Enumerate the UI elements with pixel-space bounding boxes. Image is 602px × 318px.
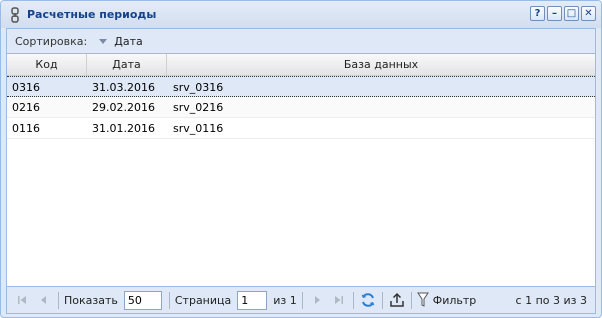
separator [301,291,303,309]
maximize-button[interactable]: □ [564,6,579,21]
sort-field-label: Дата [114,34,143,48]
previous-page-icon[interactable] [33,289,55,311]
chain-icon [10,6,20,23]
cell-database: srv_0216 [173,101,224,114]
separator [410,291,412,309]
table-row[interactable]: 0216 29.02.2016 srv_0216 [7,97,595,118]
sort-by-date-button[interactable]: Дата [99,34,143,48]
window: Расчетные периоды ? – □ ✕ Сортировка: Да… [0,0,602,318]
column-header-code[interactable]: Код [7,54,87,76]
table-row[interactable]: 0116 31.01.2016 srv_0116 [7,118,595,139]
grid-header: Код Дата База данных [7,54,595,76]
grid-panel: Сортировка: Дата Код Дата База данных 03… [6,28,596,314]
column-header-date[interactable]: Дата [87,54,167,76]
export-icon[interactable] [386,289,408,311]
table-row[interactable]: 0316 31.03.2016 srv_0316 [7,76,595,97]
separator [381,291,383,309]
separator [168,291,170,309]
page-total-label: из 1 [273,293,297,307]
refresh-icon[interactable] [357,289,379,311]
cell-code: 0116 [12,122,40,135]
filter-icon [416,292,429,307]
sort-toolbar: Сортировка: Дата [7,29,595,54]
window-title: Расчетные периоды [27,8,157,21]
first-page-icon[interactable] [11,289,33,311]
cell-code: 0316 [12,81,40,94]
page-size-input[interactable] [123,290,162,310]
column-header-database[interactable]: База данных [167,54,595,76]
sort-descending-icon [99,38,108,44]
paging-toolbar: Показать Страница из 1 [7,286,595,313]
filter-button[interactable]: Фильтр [416,292,477,308]
record-count: с 1 по 3 из 3 [515,294,587,307]
close-button[interactable]: ✕ [581,6,596,21]
window-titlebar[interactable]: Расчетные периоды ? – □ ✕ [1,1,601,28]
filter-label: Фильтр [432,293,477,307]
cell-code: 0216 [12,101,40,114]
page-label: Страница [174,293,232,307]
page-size-label: Показать [64,293,118,307]
separator [352,291,354,309]
minimize-button[interactable]: – [547,6,562,21]
sort-label: Сортировка: [15,34,88,48]
cell-database: srv_0316 [173,81,224,94]
grid-body: 0316 31.03.2016 srv_0316 0216 29.02.2016… [7,76,595,139]
page-number-input[interactable] [237,290,268,310]
separator [58,291,59,309]
next-page-icon[interactable] [306,289,328,311]
window-tools: ? – □ ✕ [530,6,596,21]
cell-date: 31.01.2016 [92,122,155,135]
cell-date: 31.03.2016 [92,81,155,94]
cell-database: srv_0116 [173,122,224,135]
cell-date: 29.02.2016 [92,101,155,114]
help-button[interactable]: ? [530,6,545,21]
last-page-icon[interactable] [328,289,350,311]
